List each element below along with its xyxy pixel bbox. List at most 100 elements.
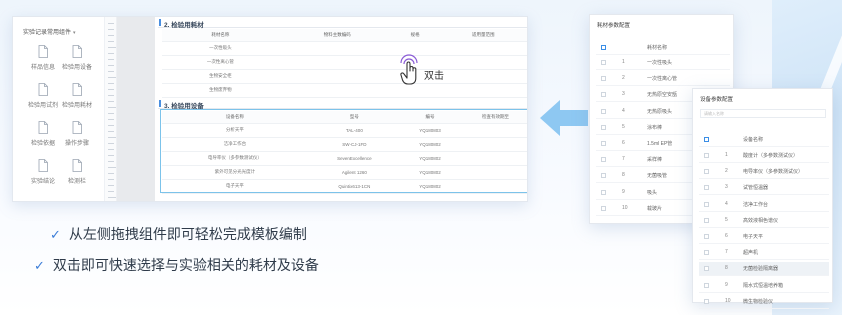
select-all-checkbox[interactable] — [601, 45, 606, 50]
row-name: 涂布棒 — [647, 124, 663, 131]
row-checkbox[interactable] — [601, 60, 606, 65]
row-checkbox[interactable] — [704, 266, 709, 272]
row-number: 8 — [622, 172, 625, 179]
list-item[interactable]: 2 一次性离心管 — [596, 72, 730, 87]
ruler-tick — [108, 71, 114, 72]
list-item[interactable]: 1 酸度计（多参数测试仪） — [699, 149, 829, 163]
row-name: 电导率仪（多参数测试仪） — [743, 169, 804, 176]
table-cell — [434, 69, 527, 84]
list-item[interactable]: 6 电子天平 — [699, 230, 829, 244]
ruler-tick — [108, 149, 114, 150]
palette-title-label: 实验记录常用组件 — [23, 30, 72, 36]
table-row[interactable]: 生物安全柜 — [162, 69, 527, 84]
list-item[interactable]: 9 隔水式恒温培养箱 — [699, 279, 829, 293]
row-number: 1 — [622, 59, 625, 65]
row-checkbox[interactable] — [601, 76, 606, 82]
ruler-tick — [108, 107, 116, 108]
ruler-tick — [108, 41, 114, 42]
row-checkbox[interactable] — [704, 185, 709, 191]
row-name: 微生物检验仪 — [743, 298, 774, 305]
document-icon — [72, 83, 82, 96]
row-name: 无菌检验隔离器 — [743, 266, 779, 273]
row-checkbox[interactable] — [601, 108, 606, 114]
list-item[interactable]: 8 无菌检验隔离器 — [699, 262, 829, 277]
table-cell — [278, 83, 396, 98]
row-checkbox[interactable] — [601, 205, 606, 211]
section-consumables-heading: 2. 检验用耗材 — [158, 17, 527, 29]
equipment-config-panel: 设备参数配置 请输入名称 设备名称 1 酸度计（多参数测试仪） 2 电导率仪（多参数测… — [692, 88, 833, 309]
selected-component-outline — [160, 109, 527, 193]
list-item[interactable]: 1 一次性吸头 — [596, 56, 730, 70]
table-header: 耗材名称 — [596, 41, 730, 55]
list-item[interactable]: 5 高效液相色谱仪 — [699, 214, 829, 228]
row-name: 洁净工作台 — [743, 201, 769, 208]
row-checkbox[interactable] — [601, 189, 606, 195]
row-checkbox[interactable] — [704, 201, 709, 207]
row-checkbox[interactable] — [601, 92, 606, 98]
row-checkbox[interactable] — [704, 250, 709, 256]
row-name: 采样棒 — [647, 157, 663, 164]
row-number: 8 — [725, 265, 728, 272]
table-cell: 一次性离心管 — [162, 55, 279, 70]
list-item[interactable]: 2 电导率仪（多参数测试仪） — [699, 165, 829, 180]
row-name: 无菌吸管 — [647, 173, 668, 180]
row-checkbox[interactable] — [601, 173, 606, 179]
ruler-tick — [108, 83, 114, 84]
list-item[interactable]: 10 微生物检验仪 — [699, 295, 829, 309]
document-canvas: 2. 检验用耗材 耗材名称 物料主数编码 规格 适用量范围 一次性吸头 一次性离心管 生物… — [158, 17, 527, 201]
ruler-tick — [108, 143, 114, 144]
row-name: 无热原吸头 — [647, 108, 673, 115]
palette-component[interactable]: 实验结论 — [25, 159, 61, 185]
search-placeholder: 请输入名称 — [704, 111, 724, 116]
row-checkbox[interactable] — [704, 153, 709, 158]
row-number: 9 — [622, 188, 625, 195]
row-number: 5 — [725, 216, 728, 223]
caret-down-icon: ▾ — [73, 30, 76, 36]
row-number: 7 — [622, 156, 625, 163]
row-checkbox[interactable] — [704, 282, 709, 288]
ruler-tick — [108, 47, 116, 48]
ruler-tick — [108, 125, 114, 126]
palette-component[interactable]: 检验用设备 — [59, 45, 95, 71]
table-row[interactable]: 一次性离心管 — [162, 55, 527, 70]
ruler-tick — [108, 23, 114, 24]
ruler-tick — [108, 185, 114, 186]
row-number: 4 — [622, 107, 625, 114]
document-icon — [38, 121, 48, 134]
row-checkbox[interactable] — [601, 124, 606, 130]
row-checkbox[interactable] — [601, 141, 606, 146]
row-checkbox[interactable] — [704, 234, 709, 239]
select-all-checkbox[interactable] — [704, 137, 709, 142]
palette-component[interactable]: 检验依据 — [25, 121, 61, 147]
palette-component[interactable]: 检测栏 — [59, 159, 95, 185]
table-row[interactable]: 生物废弃物 — [162, 83, 527, 98]
list-item[interactable]: 7 超声机 — [699, 246, 829, 261]
palette-component-label: 样品信息 — [30, 65, 55, 71]
consumables-table: 耗材名称 物料主数编码 规格 适用量范围 一次性吸头 一次性离心管 生物安全柜 生物废弃物 — [162, 29, 527, 98]
feature-item: ✓ 从左侧拖拽组件即可轻松完成模板编制 — [50, 224, 307, 244]
list-item[interactable]: 3 试管恒温器 — [699, 181, 829, 196]
table-row[interactable]: 一次性吸头 — [162, 41, 527, 56]
palette-title[interactable]: 实验记录常用组件 ▾ — [23, 27, 76, 36]
row-name: 一次性离心管 — [647, 76, 678, 83]
row-number: 7 — [725, 249, 728, 256]
row-name: 无热原空安瓿 — [647, 92, 678, 99]
ruler-tick — [108, 65, 114, 66]
row-name: 电子天平 — [743, 234, 764, 240]
check-icon: ✓ — [34, 258, 45, 273]
row-name: 试管恒温器 — [743, 185, 769, 192]
row-checkbox[interactable] — [704, 298, 709, 304]
row-checkbox[interactable] — [704, 169, 709, 175]
palette-component[interactable]: 样品信息 — [25, 45, 61, 71]
palette-component[interactable]: 检验用耗材 — [59, 83, 95, 109]
row-checkbox[interactable] — [601, 157, 606, 163]
palette-component[interactable]: 操作步骤 — [59, 121, 95, 147]
table-cell — [434, 55, 527, 70]
ruler-tick — [108, 179, 114, 180]
palette-component[interactable]: 检验用试剂 — [25, 83, 61, 109]
row-checkbox[interactable] — [704, 217, 709, 223]
search-input[interactable]: 请输入名称 — [700, 109, 826, 118]
list-item[interactable]: 4 洁净工作台 — [699, 198, 829, 212]
palette-component-label: 检验用试剂 — [27, 103, 58, 109]
document-icon — [72, 121, 82, 134]
